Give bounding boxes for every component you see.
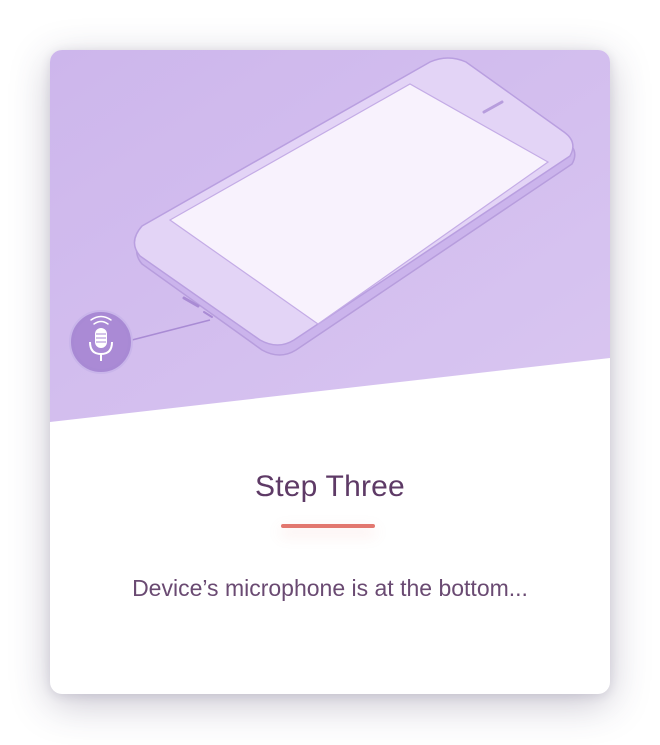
microphone-icon <box>69 310 133 374</box>
phone-illustration <box>50 50 610 422</box>
step-title: Step Three <box>255 470 405 503</box>
title-divider <box>281 524 375 528</box>
hero-illustration <box>50 50 610 422</box>
step-card: Step Three Device’s microphone is at the… <box>50 50 610 694</box>
step-description: Device’s microphone is at the bottom... <box>132 575 528 601</box>
